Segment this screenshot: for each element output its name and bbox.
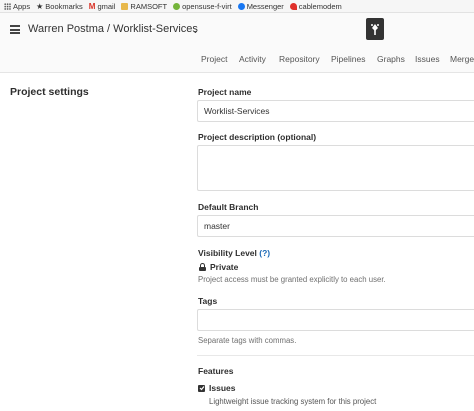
project-breadcrumb[interactable]: Warren Postma / Worklist-Services <box>28 23 198 35</box>
bookmark-bookmarks[interactable]: ★ Bookmarks <box>36 2 83 11</box>
folder-icon <box>121 2 129 10</box>
tab-pipelines[interactable]: Pipelines <box>331 54 366 64</box>
visibility-help-link[interactable]: (?) <box>259 248 270 258</box>
bookmark-opensuse[interactable]: opensuse-f-virt <box>173 2 232 11</box>
tab-repository[interactable]: Repository <box>279 54 320 64</box>
visibility-level-text: Visibility Level <box>198 248 257 258</box>
tab-merge-requests[interactable]: Merge <box>450 54 474 64</box>
star-icon: ★ <box>36 1 44 11</box>
project-nav: Project Activity Repository Pipelines Gr… <box>0 49 474 73</box>
bookmark-label: cablemodem <box>298 1 342 11</box>
tab-activity[interactable]: Activity <box>239 54 266 64</box>
gitlab-logo-icon[interactable] <box>366 18 384 40</box>
bookmark-label: Messenger <box>246 1 284 11</box>
checkmark-icon <box>199 386 204 391</box>
issues-feature-label: Issues <box>209 383 236 393</box>
bookmark-label: RAMSOFT <box>130 1 168 11</box>
app-header: Warren Postma / Worklist-Services ⌄ <box>0 13 474 49</box>
default-branch-label: Default Branch <box>198 202 259 212</box>
lock-icon <box>199 263 206 271</box>
bookmark-label: Bookmarks <box>45 1 83 11</box>
tanuki-icon <box>371 24 379 35</box>
issues-feature-help: Lightweight issue tracking system for th… <box>209 397 377 406</box>
bookmark-ramsoft[interactable]: RAMSOFT <box>121 2 167 11</box>
bookmark-gmail[interactable]: Mgmail <box>89 2 116 11</box>
project-name-label: Project name <box>198 87 252 97</box>
hamburger-menu-icon[interactable] <box>10 25 20 34</box>
bookmark-label: Apps <box>13 1 31 11</box>
visibility-option-private[interactable]: Private <box>199 262 238 272</box>
tab-project[interactable]: Project <box>201 54 227 64</box>
opensuse-icon <box>173 2 181 10</box>
project-description-label: Project description (optional) <box>198 132 317 142</box>
visibility-level-label: Visibility Level (?) <box>198 248 270 258</box>
tags-help-text: Separate tags with commas. <box>198 336 297 345</box>
chevron-down-icon[interactable]: ⌄ <box>192 26 199 35</box>
bookmark-label: opensuse-f-virt <box>182 1 232 11</box>
section-divider <box>197 355 474 356</box>
bookmarks-bar: Apps ★ Bookmarks Mgmail RAMSOFT opensuse-… <box>0 0 474 13</box>
project-description-textarea[interactable] <box>197 145 474 191</box>
issues-feature-toggle[interactable]: Issues <box>198 383 235 393</box>
messenger-icon <box>237 2 245 10</box>
visibility-help-text: Project access must be granted explicitl… <box>198 275 386 284</box>
settings-section-title: Project settings <box>10 86 89 98</box>
features-label: Features <box>198 366 234 376</box>
bookmark-messenger[interactable]: Messenger <box>237 1 284 11</box>
checkbox-checked-icon[interactable] <box>198 384 205 392</box>
tab-graphs[interactable]: Graphs <box>377 54 405 64</box>
gmail-icon: M <box>88 1 96 11</box>
bookmark-cablemodem[interactable]: cablemodem <box>289 1 342 11</box>
visibility-value: Private <box>210 262 239 272</box>
project-name-input[interactable]: Worklist-Services <box>197 100 474 122</box>
tags-input[interactable] <box>197 309 474 331</box>
bookmark-apps[interactable]: Apps <box>4 2 30 11</box>
apps-grid-icon <box>4 2 11 10</box>
default-branch-select[interactable]: master <box>197 215 474 237</box>
huawei-icon <box>289 2 297 10</box>
tab-issues[interactable]: Issues <box>415 54 440 64</box>
tags-label: Tags <box>198 296 218 306</box>
bookmark-label: gmail <box>97 1 116 11</box>
